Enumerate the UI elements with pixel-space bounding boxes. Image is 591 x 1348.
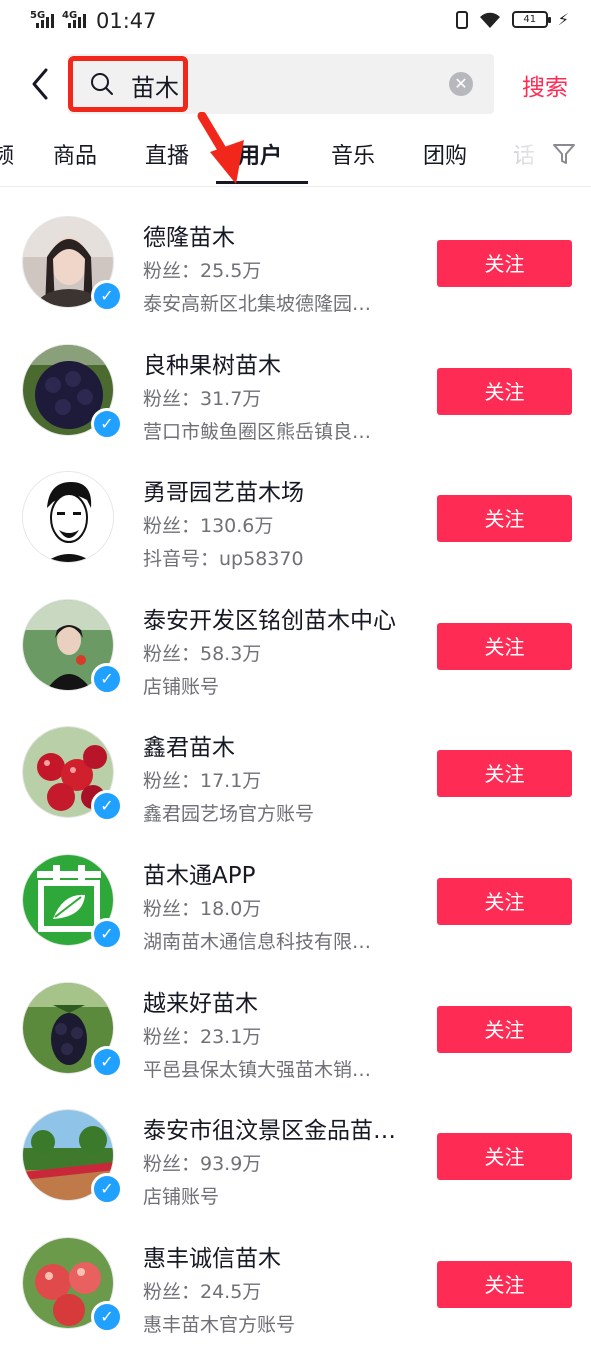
charging-icon: ⚡: [557, 10, 569, 29]
fan-count: 粉丝：31.7万: [143, 387, 262, 410]
verified-badge-icon: ✓: [91, 1045, 123, 1078]
annotation-arrow-icon: [197, 112, 244, 184]
tabs-fade: [500, 130, 560, 180]
verified-badge-icon: ✓: [91, 662, 123, 695]
fan-count: 粉丝：17.1万: [143, 770, 262, 793]
search-input[interactable]: 苗木: [131, 68, 179, 103]
user-description: 店铺账号: [143, 675, 220, 698]
user-list: ✓ 德隆苗木 粉丝：25.5万 泰安高新区北集坡德隆园… 关注 ✓ 良种果树苗木…: [0, 200, 591, 1348]
fan-count: 粉丝：25.5万: [143, 260, 262, 282]
follow-button[interactable]: 关注: [437, 495, 572, 543]
follow-button[interactable]: 关注: [437, 240, 572, 287]
tab-music[interactable]: 音乐: [331, 138, 375, 170]
follow-button[interactable]: 关注: [437, 1133, 572, 1181]
status-time: 01:47: [96, 9, 157, 33]
fan-count: 粉丝：58.3万: [143, 642, 262, 665]
signal-icon: [36, 14, 54, 28]
user-name: 德隆苗木: [143, 225, 235, 251]
list-item[interactable]: ✓ 良种果树苗木 粉丝：31.7万 营口市鲅鱼圈区熊岳镇良… 关注: [0, 328, 591, 456]
vibrate-icon: [455, 10, 468, 29]
user-description: 抖音号：up58370: [143, 548, 304, 571]
verified-badge-icon: ✓: [91, 1300, 123, 1333]
user-description: 营口市鲅鱼圈区熊岳镇良…: [143, 420, 372, 443]
tab-live[interactable]: 直播: [145, 138, 189, 170]
user-name: 勇哥园艺苗木场: [143, 480, 304, 507]
list-item[interactable]: ✓ 泰安开发区铭创苗木中心 粉丝：58.3万 店铺账号 关注: [0, 583, 591, 711]
battery-level: 41: [523, 14, 537, 25]
filter-icon[interactable]: [552, 142, 576, 166]
user-description: 惠丰苗木官方账号: [143, 1313, 296, 1336]
fan-count: 粉丝：93.9万: [143, 1153, 262, 1176]
wifi-icon: [478, 11, 502, 29]
list-item[interactable]: ✓ 惠丰诚信苗木 粉丝：24.5万 惠丰苗木官方账号 关注: [0, 1221, 591, 1348]
user-name: 苗木通APP: [143, 862, 256, 889]
user-name: 越来好苗木: [143, 990, 258, 1017]
list-item[interactable]: ✓ 泰安市徂汶景区金品苗… 粉丝：93.9万 店铺账号 关注: [0, 1093, 591, 1221]
fan-count: 粉丝：23.1万: [143, 1025, 262, 1048]
user-description: 湖南苗木通信息科技有限…: [143, 930, 372, 953]
chevron-left-icon: [32, 68, 48, 100]
follow-button[interactable]: 关注: [437, 877, 572, 925]
signal-icon: [68, 14, 86, 28]
list-item[interactable]: ✓ 越来好苗木 粉丝：23.1万 平邑县保太镇大强苗木销… 关注: [0, 966, 591, 1094]
user-description: 平邑县保太镇大强苗木销…: [143, 1058, 372, 1081]
user-description: 泰安高新区北集坡德隆园…: [143, 293, 372, 315]
verified-badge-icon: ✓: [91, 280, 123, 312]
user-name: 良种果树苗木: [143, 352, 281, 379]
verified-badge-icon: ✓: [91, 1173, 123, 1206]
user-description: 鑫君园艺场官方账号: [143, 803, 315, 826]
list-item[interactable]: 勇哥园艺苗木场 粉丝：130.6万 抖音号：up58370 关注: [0, 455, 591, 583]
list-item[interactable]: ✓ 苗木通APP 粉丝：18.0万 湖南苗木通信息科技有限… 关注: [0, 838, 591, 966]
follow-button[interactable]: 关注: [437, 367, 572, 415]
follow-button[interactable]: 关注: [437, 1260, 572, 1308]
back-button[interactable]: [26, 66, 56, 102]
fan-count: 粉丝：130.6万: [143, 515, 274, 538]
user-name: 惠丰诚信苗木: [143, 1245, 281, 1272]
search-icon: [91, 73, 113, 95]
battery-icon: 41: [511, 11, 551, 28]
user-name: 泰安开发区铭创苗木中心: [143, 607, 396, 634]
category-tabs: 频 商品 直播 用户 音乐 团购 话: [0, 130, 591, 187]
user-name: 泰安市徂汶景区金品苗…: [143, 1118, 396, 1145]
tab-video[interactable]: 频: [0, 138, 14, 170]
avatar[interactable]: [22, 471, 114, 564]
tab-products[interactable]: 商品: [53, 138, 97, 170]
tab-group-buy[interactable]: 团购: [423, 138, 467, 170]
list-item[interactable]: ✓ 鑫君苗木 粉丝：17.1万 鑫君园艺场官方账号 关注: [0, 710, 591, 838]
verified-badge-icon: ✓: [91, 917, 123, 950]
user-name: 鑫君苗木: [143, 735, 235, 762]
status-bar: 5G 4G 01:47 41 ⚡: [0, 0, 591, 44]
fan-count: 粉丝：18.0万: [143, 897, 262, 920]
list-item[interactable]: ✓ 德隆苗木 粉丝：25.5万 泰安高新区北集坡德隆园… 关注: [0, 200, 591, 328]
clear-icon[interactable]: ✕: [449, 72, 473, 96]
follow-button[interactable]: 关注: [437, 622, 572, 670]
search-button[interactable]: 搜索: [522, 68, 568, 102]
follow-button[interactable]: 关注: [437, 1005, 572, 1053]
fan-count: 粉丝：24.5万: [143, 1280, 262, 1303]
follow-button[interactable]: 关注: [437, 750, 572, 798]
user-description: 店铺账号: [143, 1186, 220, 1209]
verified-badge-icon: ✓: [91, 790, 123, 823]
verified-badge-icon: ✓: [91, 407, 123, 440]
